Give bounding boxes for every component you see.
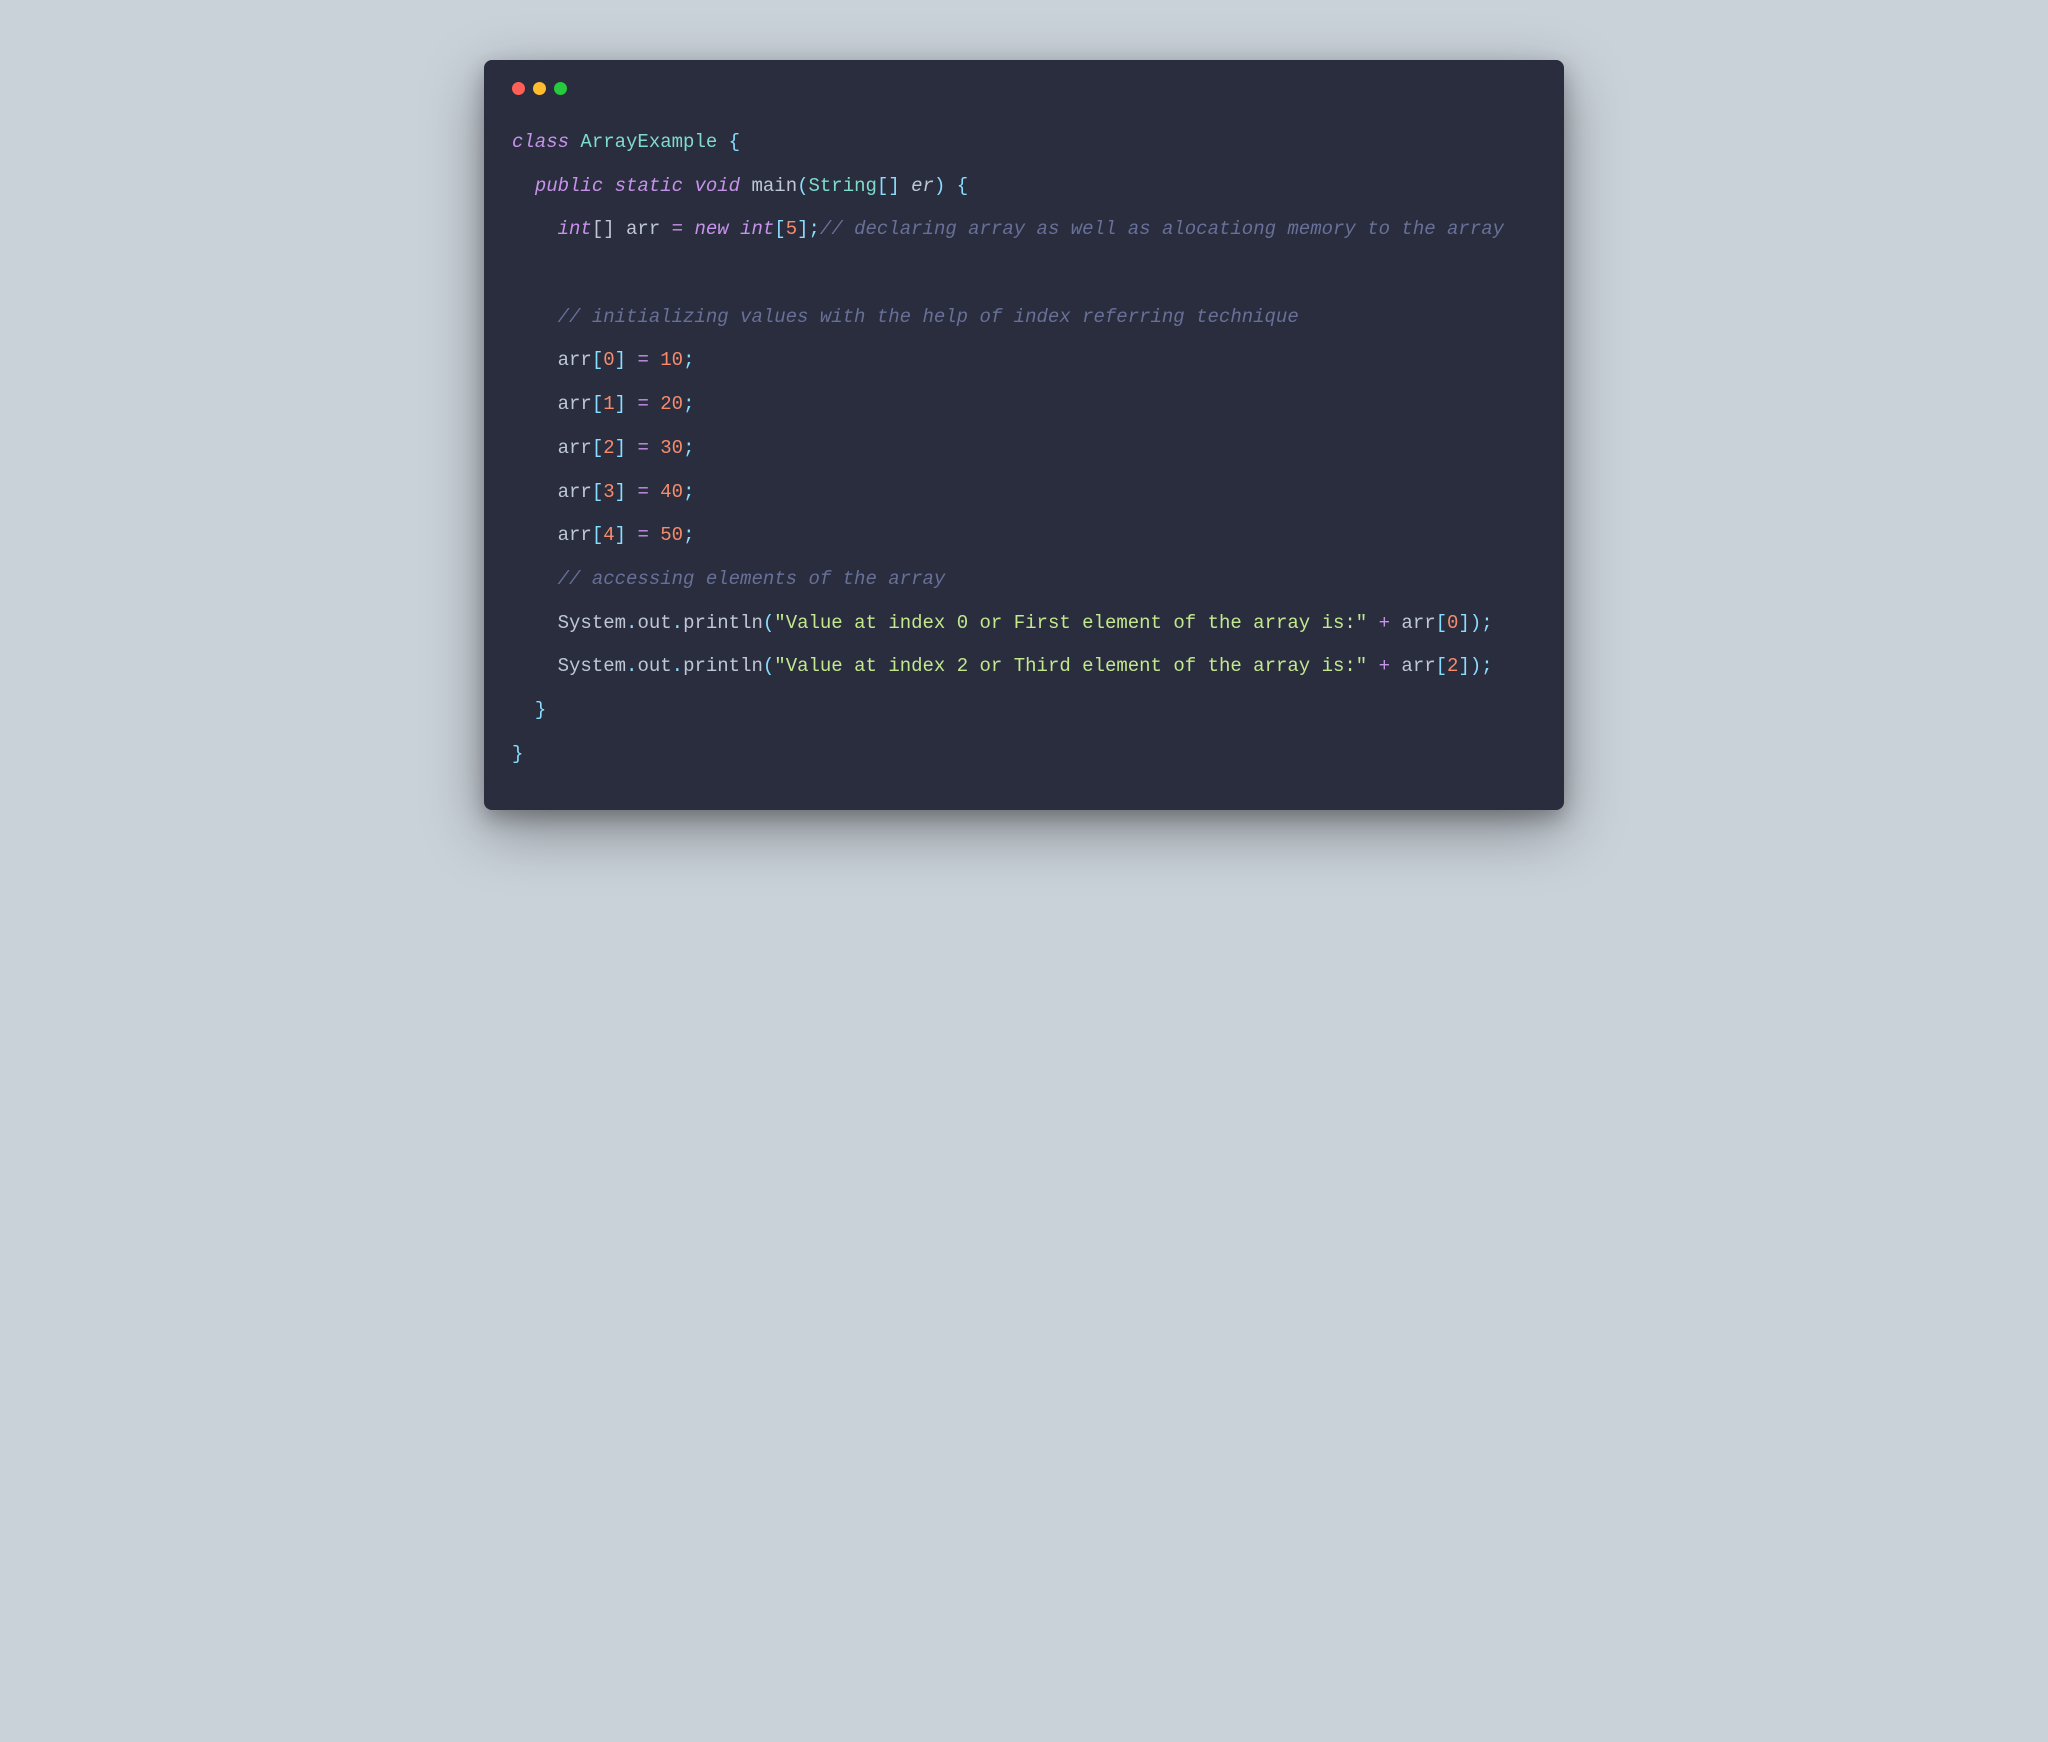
ident-arr: arr <box>558 437 592 459</box>
val-20: 20 <box>649 393 683 415</box>
val-10: 10 <box>649 349 683 371</box>
class-name: ArrayExample <box>580 131 717 153</box>
idx-4: 4 <box>603 524 614 546</box>
string-literal-2: "Value at index 2 or Third element of th… <box>774 655 1367 677</box>
ident-out: out <box>637 612 671 634</box>
string-literal-1: "Value at index 0 or First element of th… <box>774 612 1367 634</box>
comment-line: // initializing values with the help of … <box>558 306 1299 328</box>
val-30: 30 <box>649 437 683 459</box>
method-println: println <box>683 612 763 634</box>
bracket-close-semi: ]; <box>797 218 820 240</box>
brace-open: { <box>945 175 968 197</box>
idx-0: 0 <box>603 349 614 371</box>
code-window: class ArrayExample { public static void … <box>484 60 1564 810</box>
operator-eq: = <box>672 218 683 240</box>
brace-close: } <box>512 743 523 765</box>
keyword-class: class <box>512 131 569 153</box>
comment-line: // accessing elements of the array <box>558 568 946 590</box>
ident-arr: arr <box>1401 612 1435 634</box>
idx-3: 3 <box>603 481 614 503</box>
paren-close: ) <box>934 175 945 197</box>
close-icon[interactable] <box>512 82 525 95</box>
ident-out: out <box>637 655 671 677</box>
operator-plus: + <box>1367 655 1401 677</box>
maximize-icon[interactable] <box>554 82 567 95</box>
idx-2: 2 <box>1447 655 1458 677</box>
bracket-open: [ <box>774 218 785 240</box>
paren-open: ( <box>797 175 808 197</box>
window-controls <box>512 82 1536 95</box>
val-40: 40 <box>649 481 683 503</box>
keyword-void: void <box>694 175 740 197</box>
ident-system: System <box>558 655 626 677</box>
code-block: class ArrayExample { public static void … <box>512 121 1536 776</box>
ident-arr: arr <box>558 393 592 415</box>
method-println: println <box>683 655 763 677</box>
keyword-new: new <box>683 218 740 240</box>
type-int: int <box>558 218 592 240</box>
brace-close: } <box>535 699 546 721</box>
type-string: String <box>809 175 877 197</box>
decl-arr: [] arr <box>592 218 672 240</box>
literal-5: 5 <box>786 218 797 240</box>
ident-arr: arr <box>558 481 592 503</box>
ident-arr: arr <box>558 349 592 371</box>
type-int: int <box>740 218 774 240</box>
param-er: er <box>900 175 934 197</box>
brackets: [] <box>877 175 900 197</box>
idx-1: 1 <box>603 393 614 415</box>
idx-0: 0 <box>1447 612 1458 634</box>
keyword-static: static <box>615 175 683 197</box>
ident-arr: arr <box>558 524 592 546</box>
val-50: 50 <box>649 524 683 546</box>
brace-open: { <box>717 131 740 153</box>
comment-line: // declaring array as well as alocationg… <box>820 218 1504 240</box>
idx-2: 2 <box>603 437 614 459</box>
keyword-public: public <box>535 175 603 197</box>
ident-system: System <box>558 612 626 634</box>
ident-arr: arr <box>1401 655 1435 677</box>
minimize-icon[interactable] <box>533 82 546 95</box>
method-main: main <box>751 175 797 197</box>
operator-plus: + <box>1367 612 1401 634</box>
